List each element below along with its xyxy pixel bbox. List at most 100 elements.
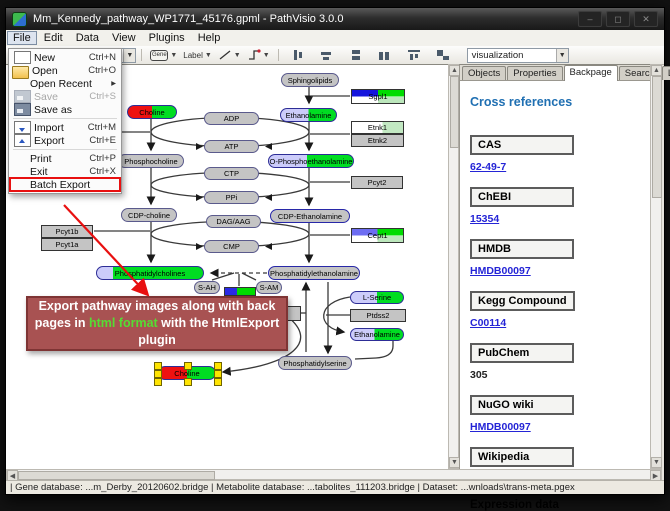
scroll-thumb[interactable]	[450, 76, 459, 148]
node-cmp[interactable]: CMP	[204, 240, 259, 253]
node-l-serine[interactable]: L-Serine	[350, 291, 404, 304]
node-cdp-choline[interactable]: CDP-choline	[121, 208, 177, 222]
selection-handle[interactable]	[154, 362, 162, 370]
menu-item-print[interactable]: PrintCtrl+P	[10, 152, 120, 165]
node-label: Phosphatidylserine	[283, 359, 346, 368]
selection-handle[interactable]	[214, 370, 222, 378]
xref-value-nugo-wiki[interactable]: HMDB00097	[470, 421, 650, 433]
xref-value-kegg-compound[interactable]: C00114	[470, 317, 650, 329]
xref-value-cas[interactable]: 62-49-7	[470, 161, 650, 173]
menu-item-label: Open	[32, 65, 88, 77]
scroll-thumb[interactable]	[652, 76, 662, 198]
node-pcyt2[interactable]: Pcyt2	[351, 176, 403, 189]
save-icon	[14, 90, 31, 103]
menubar-item-plugins[interactable]: Plugins	[143, 31, 191, 45]
menu-item-open-recent[interactable]: Open Recent▸	[10, 77, 120, 90]
node-label: ADP	[224, 114, 239, 123]
close-button[interactable]: ✕	[634, 11, 658, 27]
node-ethanolamine-bottom[interactable]: Ethanolamine	[350, 328, 404, 341]
menu-item-batch-export[interactable]: Batch Export	[10, 178, 120, 191]
node-phosphatidylethanolamine[interactable]: Phosphatidylethanolamine	[268, 266, 360, 280]
connector-tool-button[interactable]: ▼	[245, 48, 272, 62]
menu-item-exit[interactable]: ExitCtrl+X	[10, 165, 120, 178]
sidebar-vertical-scrollbar[interactable]: ▲ ▼	[650, 64, 662, 469]
node-s-ah[interactable]: S-AH	[194, 281, 220, 294]
node-ppi[interactable]: PPi	[204, 191, 259, 204]
minimize-button[interactable]: –	[578, 11, 602, 27]
node-etnk1[interactable]: Etnk1	[351, 121, 404, 134]
tab-properties[interactable]: Properties	[507, 66, 562, 80]
menu-item-save-as[interactable]: Save as	[10, 103, 120, 116]
line-tool-button[interactable]: ▼	[216, 48, 243, 62]
node-ethanolamine-top[interactable]: Ethanolamine	[280, 108, 337, 122]
chevron-down-icon[interactable]: ▼	[170, 52, 177, 59]
menubar-item-edit[interactable]: Edit	[38, 31, 69, 45]
node-phosphatidylcholines[interactable]: Phosphatidylcholines	[96, 266, 204, 280]
node-cept1[interactable]: Cept1	[351, 228, 404, 243]
node-choline-top[interactable]: Choline	[127, 105, 177, 119]
selection-handle[interactable]	[184, 378, 192, 386]
xref-value-chebi[interactable]: 15354	[470, 213, 650, 225]
menu-item-save[interactable]: SaveCtrl+S	[10, 90, 120, 103]
align-top-button[interactable]	[405, 48, 423, 62]
scroll-thumb[interactable]	[18, 471, 215, 480]
scroll-up-icon[interactable]: ▲	[651, 65, 662, 76]
selection-handle[interactable]	[154, 378, 162, 386]
node-sgpl1[interactable]: Sgpl1	[351, 89, 405, 104]
scroll-down-icon[interactable]: ▼	[651, 457, 662, 468]
node-pemt-gene[interactable]	[224, 287, 256, 296]
tab-legend[interactable]: Legend	[662, 66, 670, 80]
chevron-down-icon[interactable]: ▼	[556, 49, 568, 62]
node-atp[interactable]: ATP	[204, 140, 259, 153]
node-o-phosphoethanolamine[interactable]: O-Phosphoethanolamine	[268, 154, 354, 168]
chevron-down-icon[interactable]: ▼	[263, 52, 270, 59]
chevron-down-icon[interactable]: ▼	[205, 52, 212, 59]
menubar-item-help[interactable]: Help	[192, 31, 227, 45]
node-label: O-Phosphoethanolamine	[270, 157, 353, 166]
node-phosphocholine[interactable]: Phosphocholine	[118, 154, 184, 168]
node-phosphatidylserine[interactable]: Phosphatidylserine	[278, 356, 352, 370]
scale-button[interactable]	[434, 48, 452, 62]
selection-handle[interactable]	[214, 378, 222, 386]
selection-handle[interactable]	[184, 362, 192, 370]
selection-handle[interactable]	[214, 362, 222, 370]
node-adp[interactable]: ADP	[204, 112, 259, 125]
canvas-vertical-scrollbar[interactable]: ▲ ▼	[448, 64, 459, 469]
node-dag-aag[interactable]: DAG/AAG	[206, 215, 261, 228]
menu-shortcut: Ctrl+X	[89, 166, 116, 177]
menubar-item-view[interactable]: View	[106, 31, 142, 45]
node-pcyt1a[interactable]: Pcyt1a	[41, 238, 93, 251]
xref-section: NuGO wikiHMDB00097	[470, 395, 650, 433]
tab-objects[interactable]: Objects	[462, 66, 506, 80]
label-tool-button[interactable]: Label ▼	[181, 48, 214, 62]
tab-backpage[interactable]: Backpage	[564, 65, 618, 81]
node-s-am[interactable]: S-AM	[256, 281, 282, 294]
stack-vertical-button[interactable]	[347, 48, 365, 62]
chevron-down-icon[interactable]: ▼	[234, 52, 241, 59]
visualization-combobox[interactable]: visualization ▼	[467, 48, 569, 63]
node-cdp-ethanolamine[interactable]: CDP-Ethanolamine	[270, 209, 350, 223]
datanode-icon: Gene	[150, 50, 168, 61]
menu-item-open[interactable]: OpenCtrl+O	[10, 64, 120, 77]
align-center-x-button[interactable]	[289, 48, 307, 62]
node-etnk2[interactable]: Etnk2	[351, 134, 404, 147]
node-ctp[interactable]: CTP	[204, 167, 259, 180]
menubar-item-data[interactable]: Data	[70, 31, 105, 45]
node-pcyt1b[interactable]: Pcyt1b	[41, 225, 93, 238]
maximize-button[interactable]: ◻	[606, 11, 630, 27]
node-sphingolipids[interactable]: Sphingolipids	[281, 73, 339, 87]
node-ptdss2[interactable]: Ptdss2	[350, 309, 406, 322]
datanode-tool-button[interactable]: Gene ▼	[148, 48, 179, 62]
menu-item-import[interactable]: ImportCtrl+M	[10, 121, 120, 134]
horizontal-scrollbar[interactable]: ◀ ▶	[6, 469, 662, 480]
align-center-y-button[interactable]	[318, 48, 336, 62]
menu-item-export[interactable]: ExportCtrl+E	[10, 134, 120, 147]
chevron-down-icon[interactable]: ▼	[123, 49, 135, 62]
node-hidden-gene-box[interactable]	[287, 306, 301, 321]
xref-value-hmdb[interactable]: HMDB00097	[470, 265, 650, 277]
menu-item-new[interactable]: NewCtrl+N	[10, 51, 120, 64]
menubar-item-file[interactable]: File	[7, 31, 37, 45]
selection-handle[interactable]	[154, 370, 162, 378]
stack-horizontal-button[interactable]	[376, 48, 394, 62]
node-label: Etnk1	[368, 123, 387, 132]
